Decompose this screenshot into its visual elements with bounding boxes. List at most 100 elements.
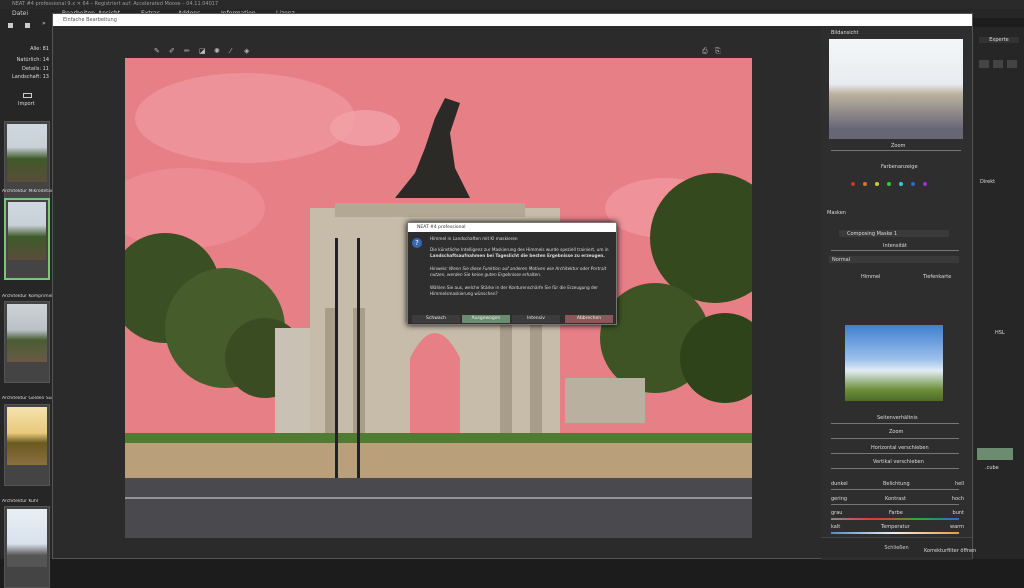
color-dot-orange[interactable] [863, 182, 867, 186]
blend-value: Normal [832, 257, 851, 263]
preview-title: Bildansicht [831, 30, 859, 36]
export-icon[interactable]: ⎙ [702, 48, 709, 55]
color-dot-yellow[interactable] [875, 182, 879, 186]
collapse-icon[interactable]: » [42, 20, 46, 27]
dialog-text: nutzen, werden Sie keine guten Ergebniss… [430, 272, 542, 277]
color-label: Farbenanzeige [881, 164, 918, 170]
eraser-icon[interactable]: ✏ [184, 48, 191, 55]
sky-preview-image[interactable] [845, 325, 943, 401]
temp-slider[interactable] [831, 532, 959, 534]
wand-icon[interactable]: ⁄ [230, 48, 237, 55]
import-label[interactable]: Import [18, 101, 35, 107]
contrast-slider[interactable] [831, 504, 959, 505]
temp-label: Temperatur [881, 524, 910, 530]
color-dot-green[interactable] [887, 182, 891, 186]
zoom-slider[interactable] [831, 150, 961, 151]
expert-tab[interactable]: Experte [979, 37, 1019, 43]
aspect-slider[interactable] [831, 423, 959, 424]
thumbnail[interactable] [4, 301, 50, 383]
color-dots[interactable] [851, 182, 961, 187]
view-grid-icon[interactable] [8, 23, 13, 28]
slider-label: Vertikal verschieben [873, 459, 924, 465]
count-details[interactable]: Details: 11 [22, 66, 49, 72]
temp-min: kalt [831, 524, 841, 530]
cube-label[interactable]: .cube [985, 465, 999, 471]
brush-icon[interactable]: ✎ [154, 48, 161, 55]
masks-title: Masken [827, 210, 846, 216]
blend-dropdown[interactable]: Normal [829, 256, 959, 263]
app-title: NEAT #4 professional 9.x ✕ 64 – Registri… [0, 0, 1024, 9]
sky-zoom-slider[interactable] [831, 438, 959, 439]
mask-item[interactable]: Composing Maske 1 [839, 230, 949, 237]
thumbnail-selected[interactable] [4, 198, 50, 280]
color-swatch[interactable] [977, 448, 1013, 460]
dialog-heading: Himmel in Landschaften mit KI maskieren [430, 236, 518, 241]
slider-label: Horizontal verschieben [871, 445, 929, 451]
tool-icon-3[interactable] [1007, 60, 1017, 68]
far-right-panel: Experte Direkt HSL .cube [973, 27, 1024, 559]
color-dot-red[interactable] [851, 182, 855, 186]
editor-title: Einfache Bearbeitung [53, 14, 972, 26]
brightness-max: hell [954, 481, 964, 487]
depth-button[interactable]: Tiefenkarte [923, 274, 951, 280]
preview-thumbnail[interactable] [829, 39, 963, 139]
ai-mask-icon[interactable]: ✺ [214, 48, 221, 55]
view-list-icon[interactable] [25, 23, 30, 28]
slider-label: Zoom [889, 429, 904, 435]
dialog-title: NEAT #4 professional [408, 223, 616, 232]
settings-export-icon[interactable]: ⎘ [715, 48, 722, 55]
weak-button[interactable]: Schwach [412, 315, 460, 323]
color-dot-purple[interactable] [923, 182, 927, 186]
thumbnail-label: Architektur Golden Sun [2, 396, 52, 401]
contrast-max: hoch [951, 496, 964, 502]
thumbnail-label: Architektur Kühl [2, 499, 39, 504]
thumbnail[interactable] [4, 404, 50, 486]
strong-button[interactable]: Intensiv [512, 315, 560, 323]
horizontal-slider[interactable] [831, 453, 959, 454]
vertical-slider[interactable] [831, 468, 959, 469]
intensity-slider[interactable] [831, 250, 959, 251]
left-panel: » Alle: 81 Natürlich: 14 Details: 11 Lan… [0, 18, 52, 588]
color-dot-cyan[interactable] [899, 182, 903, 186]
brightness-slider[interactable] [831, 489, 959, 490]
brightness-label: Belichtung [883, 481, 910, 487]
direct-label[interactable]: Direkt [980, 179, 995, 185]
menu-datei[interactable]: Datei [12, 9, 28, 18]
count-all[interactable]: Alle: 81 [30, 46, 49, 52]
color-min: grau [831, 510, 843, 516]
slider-label: Seitenverhältnis [877, 415, 918, 421]
contrast-label: Kontrast [885, 496, 906, 502]
tool-icon-2[interactable] [993, 60, 1003, 68]
fill-icon[interactable]: ◈ [244, 48, 251, 55]
gradient-icon[interactable]: ◪ [199, 48, 206, 55]
brush-add-icon[interactable]: ✐ [169, 48, 176, 55]
color-label: Farbe [889, 510, 903, 516]
color-max: bunt [952, 510, 964, 516]
thumbnail[interactable] [4, 506, 50, 588]
count-natural[interactable]: Natürlich: 14 [17, 57, 49, 63]
count-landscape[interactable]: Landschaft: 13 [12, 74, 49, 80]
close-button[interactable]: Schließen [821, 537, 972, 557]
color-dot-blue[interactable] [911, 182, 915, 186]
temp-max: warm [950, 524, 964, 530]
dialog-text: Himmelsmaskierung wünschen? [430, 291, 498, 296]
intensity-label: Intensität [883, 243, 907, 249]
sky-button[interactable]: Himmel [861, 274, 880, 280]
open-correction-filter[interactable]: Korrekturfilter öffnen [924, 548, 976, 554]
contrast-min: gering [831, 496, 848, 502]
tool-icon-1[interactable] [979, 60, 989, 68]
dialog-text: Landschaftsaufnahmen bei Tageslicht die … [430, 253, 605, 258]
cancel-button[interactable]: Abbrechen [565, 315, 613, 323]
info-icon: ? [412, 238, 422, 248]
brightness-min: dunkel [831, 481, 848, 487]
hsl-label[interactable]: HSL [995, 330, 1005, 336]
balanced-button[interactable]: Ausgewogen [462, 315, 510, 323]
sky-mask-dialog: NEAT #4 professional ? Himmel in Landsch… [407, 222, 617, 325]
thumbnail-label: Architektur Komprimiert [2, 294, 52, 299]
mask-item-label: Composing Maske 1 [847, 231, 898, 237]
zoom-label: Zoom [891, 143, 906, 149]
thumbnail-label: Architektur Mikrodetail [2, 189, 52, 194]
import-icon[interactable] [23, 93, 32, 98]
color-slider[interactable] [831, 518, 959, 520]
right-panel: Bildansicht Zoom Farbenanzeige Masken Co… [821, 26, 972, 560]
